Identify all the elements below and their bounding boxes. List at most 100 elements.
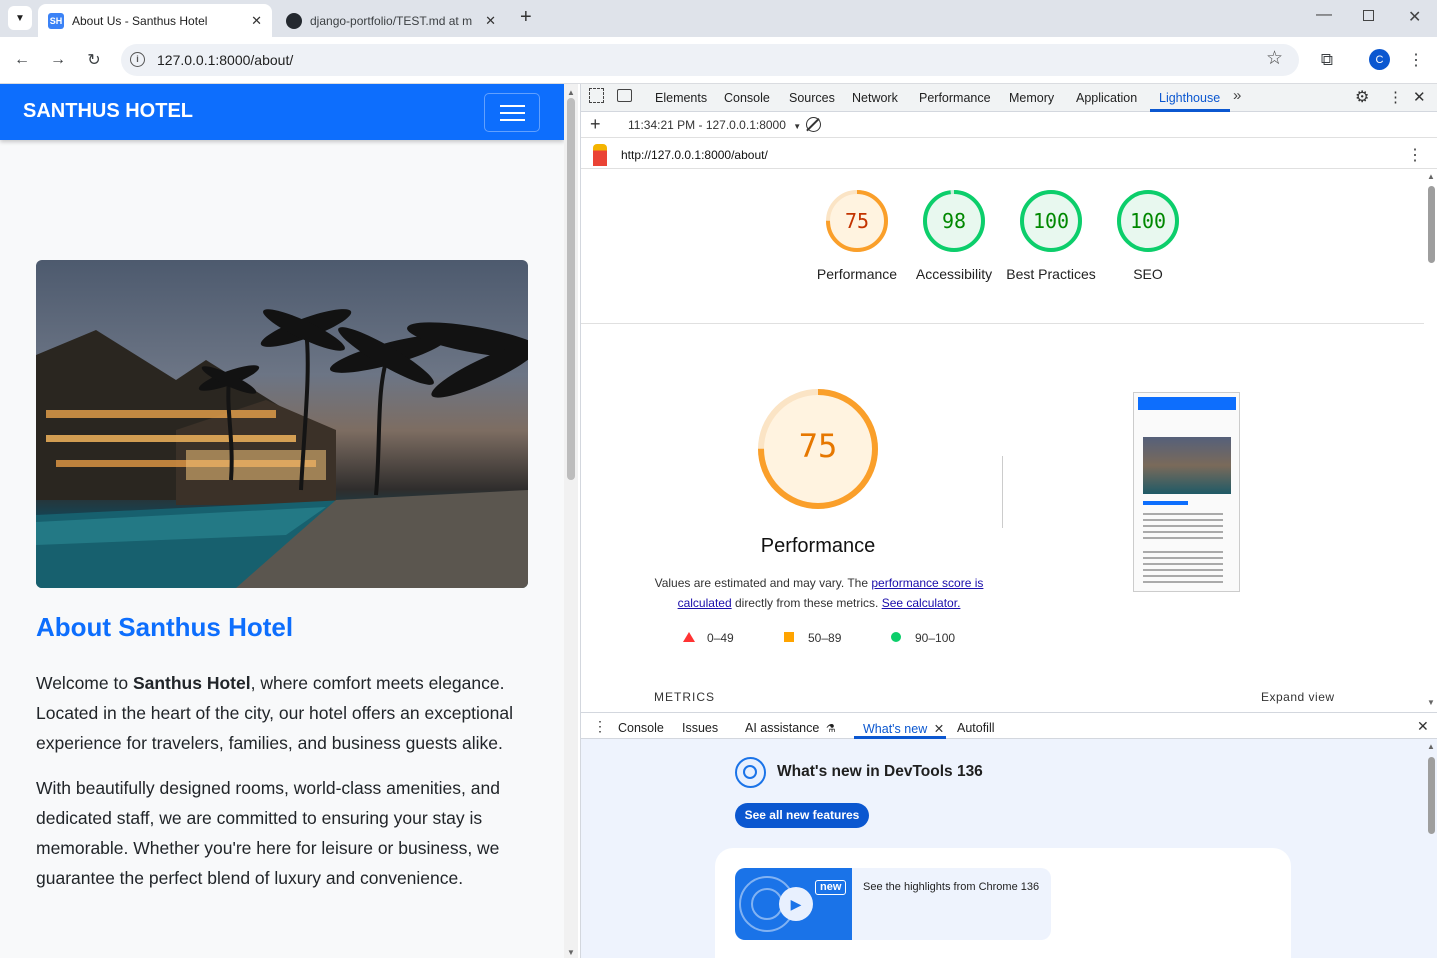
url-text[interactable]: 127.0.0.1:8000/about/ <box>157 52 293 68</box>
gauge-score: 100 <box>1129 209 1167 233</box>
performance-description: Values are estimated and may vary. The p… <box>649 573 989 613</box>
scroll-down-arrow[interactable]: ▼ <box>567 948 575 957</box>
close-icon[interactable]: ✕ <box>934 722 944 736</box>
expand-view-toggle[interactable]: Expand view <box>1261 690 1335 704</box>
lighthouse-icon <box>593 144 607 166</box>
score-gauge-performance[interactable]: 75 <box>825 189 889 253</box>
close-icon[interactable]: ✕ <box>485 13 496 29</box>
devtools-tab-lighthouse[interactable]: Lighthouse <box>1159 91 1220 105</box>
avatar[interactable]: C <box>1369 49 1390 70</box>
tab-title: django-portfolio/TEST.md at m <box>310 13 473 28</box>
drawer-tab-console[interactable]: Console <box>618 721 664 735</box>
new-tab-button[interactable]: + <box>520 6 532 29</box>
devtools-close-icon[interactable]: ✕ <box>1413 88 1426 106</box>
gauge-label: Best Practices <box>1006 266 1096 282</box>
report-url-bar: http://127.0.0.1:8000/about/ ⋮ <box>581 139 1437 169</box>
scroll-up-arrow[interactable]: ▲ <box>1427 742 1435 751</box>
device-toolbar-icon[interactable] <box>617 89 632 102</box>
section-divider <box>581 323 1424 324</box>
devtools-tab-memory[interactable]: Memory <box>1009 91 1054 105</box>
address-bar[interactable]: i 127.0.0.1:8000/about/ ☆ <box>121 44 1299 76</box>
report-selector[interactable]: 11:34:21 PM - 127.0.0.1:8000 ▼ <box>628 118 801 132</box>
scrollbar-thumb[interactable] <box>1428 757 1435 834</box>
hotel-name-bold: Santhus Hotel <box>132 673 251 693</box>
browser-toolbar: ← → ↻ i 127.0.0.1:8000/about/ ☆ ⧉ C ⋮ <box>0 37 1437 84</box>
scroll-down-arrow[interactable]: ▼ <box>1427 698 1435 707</box>
site-navbar: SANTHUS HOTEL <box>0 84 564 140</box>
gauge-score: 100 <box>1032 209 1070 233</box>
site-brand[interactable]: SANTHUS HOTEL <box>23 100 193 123</box>
vertical-divider <box>1002 456 1003 528</box>
drawer-menu-icon[interactable]: ⋮ <box>593 718 607 735</box>
page-scrollbar[interactable]: ▲ ▼ <box>564 84 578 958</box>
lighthouse-report: 75 Performance 98 Accessibility 100 Best… <box>581 170 1424 710</box>
drawer-close-icon[interactable]: ✕ <box>1417 718 1429 735</box>
minimize-icon[interactable]: — <box>1316 6 1332 24</box>
scroll-up-arrow[interactable]: ▲ <box>567 88 575 97</box>
devtools-panel: Elements Console Sources Network Perform… <box>580 84 1437 958</box>
highlights-text: See the highlights from Chrome 136 <box>863 881 1040 893</box>
forward-icon[interactable]: → <box>46 48 70 72</box>
average-square-icon <box>784 632 794 642</box>
gear-icon[interactable]: ⚙ <box>1355 87 1369 107</box>
devtools-tab-performance[interactable]: Performance <box>919 91 991 105</box>
star-icon[interactable]: ☆ <box>1266 47 1283 70</box>
drawer-tab-whats-new[interactable]: What's new ✕ <box>863 721 944 736</box>
browser-tab-about[interactable]: SH About Us - Santhus Hotel ✕ <box>38 4 272 37</box>
logo-inner <box>743 765 757 779</box>
report-url[interactable]: http://127.0.0.1:8000/about/ <box>621 148 768 162</box>
browser-tab-github[interactable]: django-portfolio/TEST.md at m ✕ <box>276 4 506 37</box>
flask-icon: ⚗ <box>825 723 836 735</box>
maximize-icon[interactable] <box>1363 10 1374 21</box>
reload-icon[interactable]: ↻ <box>82 48 106 72</box>
hamburger-line <box>500 105 525 107</box>
report-scrollbar[interactable]: ▲ ▼ <box>1424 170 1437 710</box>
hotel-night-illustration <box>36 309 528 588</box>
drawer-tab-autofill[interactable]: Autofill <box>957 721 995 735</box>
webpage-viewport: SANTHUS HOTEL About Santhus Hotel Welcom… <box>0 84 564 958</box>
drawer-scrollbar[interactable]: ▲ <box>1424 740 1437 958</box>
play-icon[interactable]: ▶ <box>779 887 813 921</box>
more-tabs-icon[interactable]: » <box>1233 87 1241 104</box>
gauge-label: Performance <box>816 266 898 282</box>
devtools-tab-sources[interactable]: Sources <box>789 91 835 105</box>
inspect-element-icon[interactable] <box>589 88 604 103</box>
amenities-paragraph: With beautifully designed rooms, world-c… <box>36 778 500 888</box>
drawer-tab-ai-assistance[interactable]: AI assistance ⚗ <box>745 721 836 735</box>
devtools-tab-elements[interactable]: Elements <box>655 91 707 105</box>
performance-title: Performance <box>760 535 876 557</box>
highlights-card[interactable]: ▶ new See the highlights from Chrome 136 <box>735 868 1051 940</box>
gauge-label: Accessibility <box>915 266 993 282</box>
back-icon[interactable]: ← <box>10 48 34 72</box>
big-gauge-score: 75 <box>798 427 838 465</box>
see-all-features-button[interactable]: See all new features <box>735 803 869 828</box>
devtools-tab-application[interactable]: Application <box>1076 91 1137 105</box>
page-screenshot-thumbnail[interactable] <box>1133 392 1240 592</box>
thumb-text <box>1143 513 1223 543</box>
devtools-menu-icon[interactable]: ⋮ <box>1388 88 1403 106</box>
video-thumbnail[interactable]: ▶ new <box>735 868 852 940</box>
drawer-tab-bar: ⋮ Console Issues AI assistance ⚗ What's … <box>581 712 1437 739</box>
new-badge: new <box>815 880 847 895</box>
new-report-icon[interactable]: + <box>590 114 601 135</box>
scrollbar-thumb[interactable] <box>567 98 575 480</box>
see-calculator-link[interactable]: See calculator. <box>882 596 961 610</box>
gauge-score: 75 <box>844 209 870 233</box>
scroll-up-arrow[interactable]: ▲ <box>1427 172 1435 181</box>
close-icon[interactable]: ✕ <box>251 13 262 29</box>
site-info-icon[interactable]: i <box>130 52 145 67</box>
devtools-tab-network[interactable]: Network <box>852 91 898 105</box>
score-gauge-seo[interactable]: 100 <box>1116 189 1180 253</box>
scrollbar-thumb[interactable] <box>1428 186 1435 263</box>
score-gauge-best-practices[interactable]: 100 <box>1019 189 1083 253</box>
window-close-icon[interactable]: ✕ <box>1408 7 1421 27</box>
desc-text-2: directly from these metrics. <box>731 596 882 610</box>
report-menu-icon[interactable]: ⋮ <box>1407 145 1423 165</box>
extensions-icon[interactable]: ⧉ <box>1315 48 1339 72</box>
tab-search-button[interactable]: ▼ <box>8 6 32 30</box>
more-menu-icon[interactable]: ⋮ <box>1404 48 1428 72</box>
navbar-toggler-button[interactable] <box>484 93 540 132</box>
score-gauge-accessibility[interactable]: 98 <box>922 189 986 253</box>
devtools-tab-console[interactable]: Console <box>724 91 770 105</box>
drawer-tab-issues[interactable]: Issues <box>682 721 718 735</box>
